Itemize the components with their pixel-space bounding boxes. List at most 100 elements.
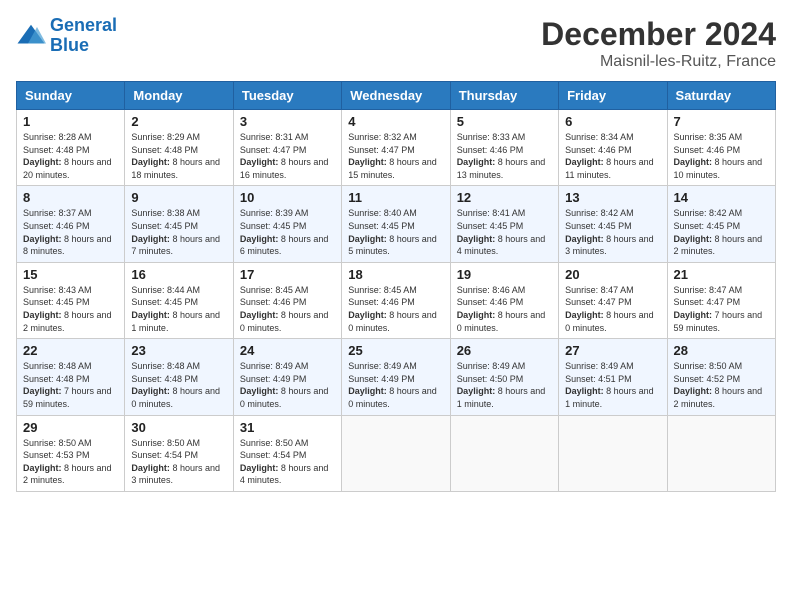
day-number: 27	[565, 343, 660, 358]
cell-info: Sunrise: 8:48 AMSunset: 4:48 PMDaylight:…	[23, 360, 118, 410]
day-number: 8	[23, 190, 118, 205]
cell-info: Sunrise: 8:33 AMSunset: 4:46 PMDaylight:…	[457, 131, 552, 181]
day-number: 13	[565, 190, 660, 205]
day-number: 2	[131, 114, 226, 129]
column-header-friday: Friday	[559, 82, 667, 110]
calendar-cell: 22 Sunrise: 8:48 AMSunset: 4:48 PMDayligh…	[17, 339, 125, 415]
day-number: 19	[457, 267, 552, 282]
calendar-cell: 2 Sunrise: 8:29 AMSunset: 4:48 PMDaylight…	[125, 110, 233, 186]
cell-info: Sunrise: 8:39 AMSunset: 4:45 PMDaylight:…	[240, 207, 335, 257]
day-number: 20	[565, 267, 660, 282]
cell-info: Sunrise: 8:49 AMSunset: 4:51 PMDaylight:…	[565, 360, 660, 410]
cell-info: Sunrise: 8:41 AMSunset: 4:45 PMDaylight:…	[457, 207, 552, 257]
day-number: 18	[348, 267, 443, 282]
day-number: 9	[131, 190, 226, 205]
logo-line1: General	[50, 15, 117, 35]
column-header-saturday: Saturday	[667, 82, 775, 110]
cell-info: Sunrise: 8:50 AMSunset: 4:54 PMDaylight:…	[131, 437, 226, 487]
logo-text: General Blue	[50, 16, 117, 56]
column-header-tuesday: Tuesday	[233, 82, 341, 110]
calendar-week-row: 1Sunrise: 8:28 AMSunset: 4:48 PMDaylight…	[17, 110, 776, 186]
calendar-cell: 17 Sunrise: 8:45 AMSunset: 4:46 PMDayligh…	[233, 262, 341, 338]
page-header: General Blue December 2024 Maisnil-les-R…	[16, 16, 776, 71]
calendar-week-row: 8 Sunrise: 8:37 AMSunset: 4:46 PMDaylight…	[17, 186, 776, 262]
cell-info: Sunrise: 8:49 AMSunset: 4:49 PMDaylight:…	[348, 360, 443, 410]
cell-info: Sunrise: 8:32 AMSunset: 4:47 PMDaylight:…	[348, 131, 443, 181]
cell-info: Sunrise: 8:31 AMSunset: 4:47 PMDaylight:…	[240, 131, 335, 181]
calendar-cell	[667, 415, 775, 491]
calendar-week-row: 15Sunrise: 8:43 AMSunset: 4:45 PMDayligh…	[17, 262, 776, 338]
calendar-cell: 15Sunrise: 8:43 AMSunset: 4:45 PMDayligh…	[17, 262, 125, 338]
calendar-cell: 1Sunrise: 8:28 AMSunset: 4:48 PMDaylight…	[17, 110, 125, 186]
cell-info: Sunrise: 8:50 AMSunset: 4:52 PMDaylight:…	[674, 360, 769, 410]
day-number: 12	[457, 190, 552, 205]
calendar-cell: 8 Sunrise: 8:37 AMSunset: 4:46 PMDaylight…	[17, 186, 125, 262]
calendar-cell: 13Sunrise: 8:42 AMSunset: 4:45 PMDayligh…	[559, 186, 667, 262]
column-header-monday: Monday	[125, 82, 233, 110]
calendar-cell: 21 Sunrise: 8:47 AMSunset: 4:47 PMDayligh…	[667, 262, 775, 338]
calendar-cell: 29 Sunrise: 8:50 AMSunset: 4:53 PMDayligh…	[17, 415, 125, 491]
day-number: 17	[240, 267, 335, 282]
title-area: December 2024 Maisnil-les-Ruitz, France	[541, 16, 776, 71]
cell-info: Sunrise: 8:47 AMSunset: 4:47 PMDaylight:…	[674, 284, 769, 334]
calendar-cell: 20 Sunrise: 8:47 AMSunset: 4:47 PMDayligh…	[559, 262, 667, 338]
calendar-cell: 4Sunrise: 8:32 AMSunset: 4:47 PMDaylight…	[342, 110, 450, 186]
cell-info: Sunrise: 8:35 AMSunset: 4:46 PMDaylight:…	[674, 131, 769, 181]
cell-info: Sunrise: 8:47 AMSunset: 4:47 PMDaylight:…	[565, 284, 660, 334]
cell-info: Sunrise: 8:37 AMSunset: 4:46 PMDaylight:…	[23, 207, 118, 257]
calendar-cell: 18 Sunrise: 8:45 AMSunset: 4:46 PMDayligh…	[342, 262, 450, 338]
calendar-cell: 30Sunrise: 8:50 AMSunset: 4:54 PMDayligh…	[125, 415, 233, 491]
cell-info: Sunrise: 8:45 AMSunset: 4:46 PMDaylight:…	[348, 284, 443, 334]
calendar-cell: 26 Sunrise: 8:49 AMSunset: 4:50 PMDayligh…	[450, 339, 558, 415]
day-number: 10	[240, 190, 335, 205]
calendar-cell: 7 Sunrise: 8:35 AMSunset: 4:46 PMDaylight…	[667, 110, 775, 186]
calendar-cell	[450, 415, 558, 491]
day-number: 22	[23, 343, 118, 358]
calendar-cell: 12 Sunrise: 8:41 AMSunset: 4:45 PMDayligh…	[450, 186, 558, 262]
day-number: 23	[131, 343, 226, 358]
cell-info: Sunrise: 8:29 AMSunset: 4:48 PMDaylight:…	[131, 131, 226, 181]
calendar-cell: 9 Sunrise: 8:38 AMSunset: 4:45 PMDaylight…	[125, 186, 233, 262]
day-number: 26	[457, 343, 552, 358]
day-number: 28	[674, 343, 769, 358]
cell-info: Sunrise: 8:38 AMSunset: 4:45 PMDaylight:…	[131, 207, 226, 257]
day-number: 7	[674, 114, 769, 129]
column-header-sunday: Sunday	[17, 82, 125, 110]
cell-info: Sunrise: 8:44 AMSunset: 4:45 PMDaylight:…	[131, 284, 226, 334]
calendar-cell: 25 Sunrise: 8:49 AMSunset: 4:49 PMDayligh…	[342, 339, 450, 415]
calendar-cell: 6 Sunrise: 8:34 AMSunset: 4:46 PMDaylight…	[559, 110, 667, 186]
day-number: 5	[457, 114, 552, 129]
day-number: 25	[348, 343, 443, 358]
calendar-cell	[342, 415, 450, 491]
cell-info: Sunrise: 8:34 AMSunset: 4:46 PMDaylight:…	[565, 131, 660, 181]
cell-info: Sunrise: 8:42 AMSunset: 4:45 PMDaylight:…	[674, 207, 769, 257]
cell-info: Sunrise: 8:49 AMSunset: 4:50 PMDaylight:…	[457, 360, 552, 410]
calendar-cell: 23Sunrise: 8:48 AMSunset: 4:48 PMDayligh…	[125, 339, 233, 415]
column-header-thursday: Thursday	[450, 82, 558, 110]
day-number: 3	[240, 114, 335, 129]
day-number: 31	[240, 420, 335, 435]
day-number: 29	[23, 420, 118, 435]
column-header-wednesday: Wednesday	[342, 82, 450, 110]
calendar-cell: 3 Sunrise: 8:31 AMSunset: 4:47 PMDaylight…	[233, 110, 341, 186]
cell-info: Sunrise: 8:45 AMSunset: 4:46 PMDaylight:…	[240, 284, 335, 334]
calendar-table: SundayMondayTuesdayWednesdayThursdayFrid…	[16, 81, 776, 492]
calendar-week-row: 29 Sunrise: 8:50 AMSunset: 4:53 PMDayligh…	[17, 415, 776, 491]
day-number: 14	[674, 190, 769, 205]
cell-info: Sunrise: 8:46 AMSunset: 4:46 PMDaylight:…	[457, 284, 552, 334]
cell-info: Sunrise: 8:28 AMSunset: 4:48 PMDaylight:…	[23, 131, 118, 181]
location-title: Maisnil-les-Ruitz, France	[541, 53, 776, 71]
logo: General Blue	[16, 16, 117, 56]
day-number: 21	[674, 267, 769, 282]
month-title: December 2024	[541, 16, 776, 53]
logo-icon	[16, 21, 46, 51]
logo-line2: Blue	[50, 35, 89, 55]
calendar-cell: 10 Sunrise: 8:39 AMSunset: 4:45 PMDayligh…	[233, 186, 341, 262]
cell-info: Sunrise: 8:50 AMSunset: 4:53 PMDaylight:…	[23, 437, 118, 487]
day-number: 6	[565, 114, 660, 129]
calendar-cell: 28 Sunrise: 8:50 AMSunset: 4:52 PMDayligh…	[667, 339, 775, 415]
day-number: 24	[240, 343, 335, 358]
day-number: 11	[348, 190, 443, 205]
calendar-cell: 27 Sunrise: 8:49 AMSunset: 4:51 PMDayligh…	[559, 339, 667, 415]
calendar-cell: 11Sunrise: 8:40 AMSunset: 4:45 PMDayligh…	[342, 186, 450, 262]
